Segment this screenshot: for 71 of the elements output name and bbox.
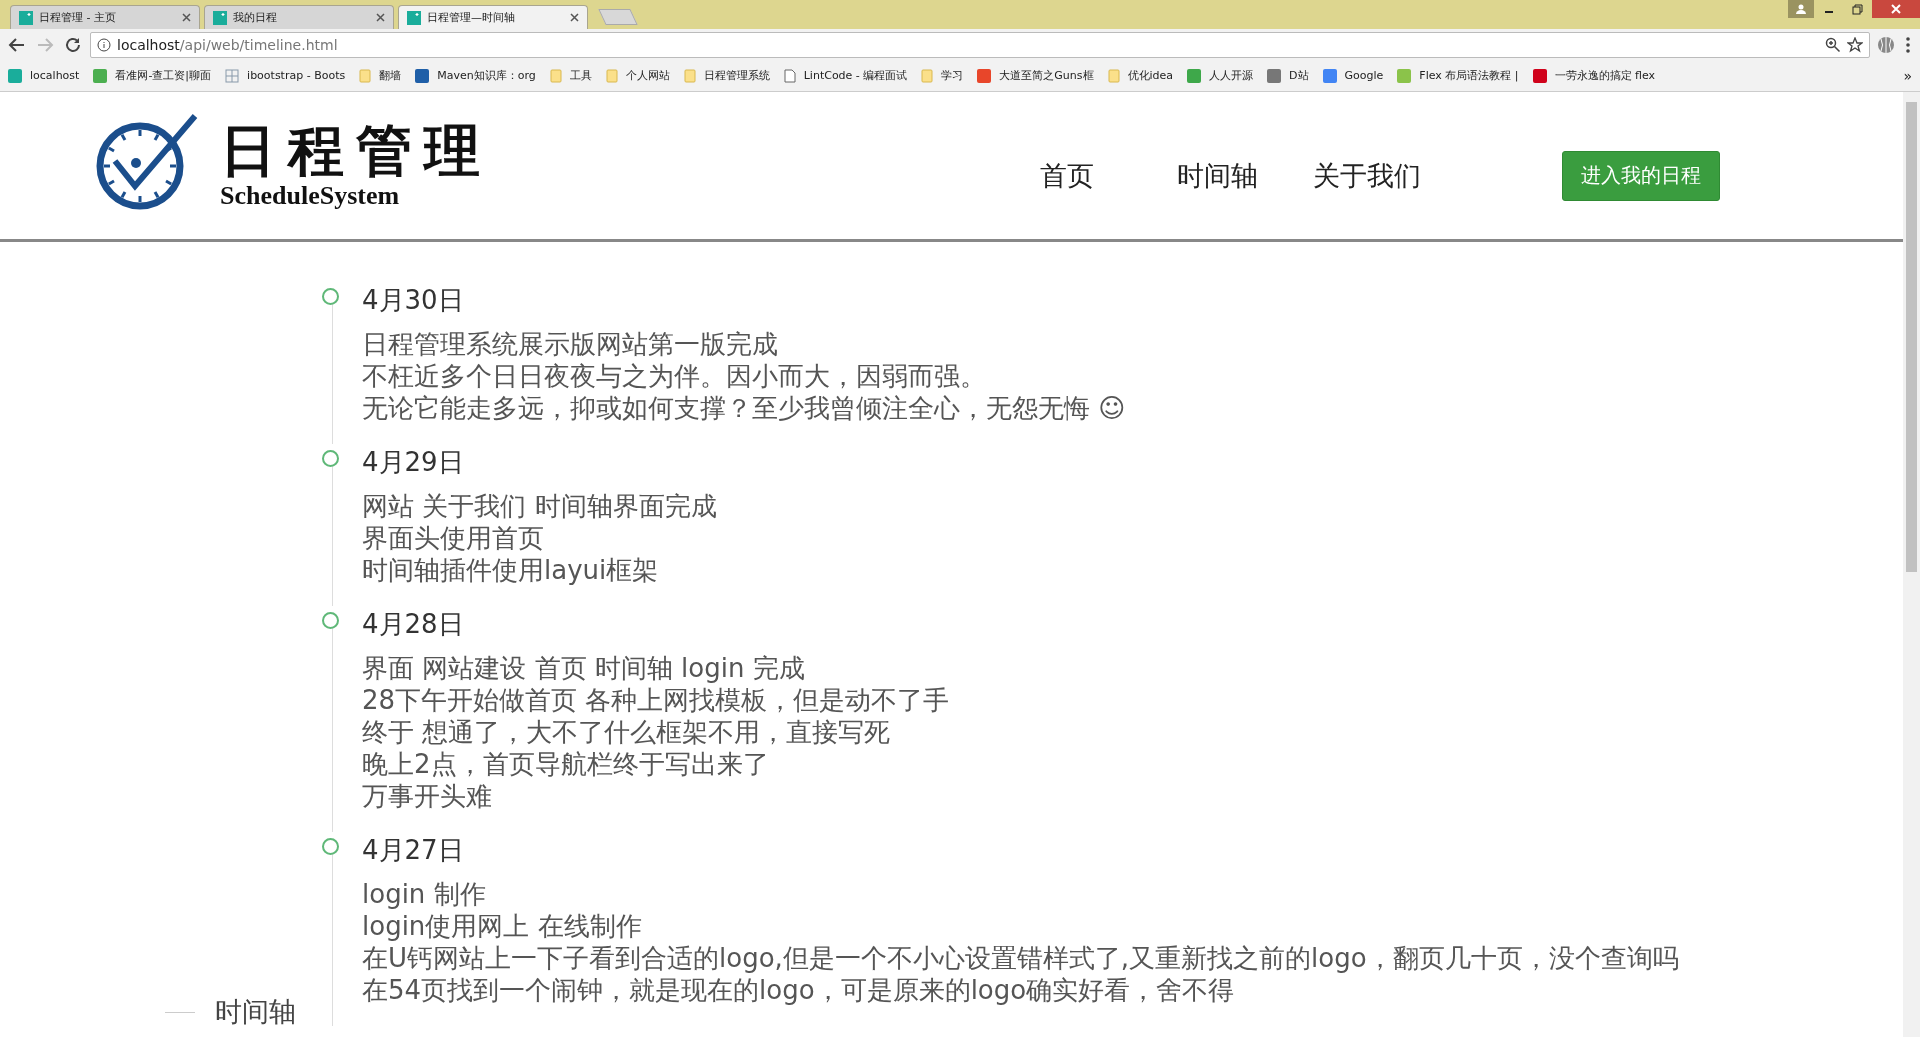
folder-icon	[605, 68, 618, 83]
browser-tab[interactable]: 日程管理—时间轴	[398, 5, 588, 29]
bookmark-item[interactable]: 翻墙	[359, 68, 402, 83]
folder-icon	[921, 68, 934, 83]
side-nav-item[interactable]: 时间轴	[215, 986, 326, 1037]
bookmark-item[interactable]: Google	[1322, 68, 1384, 83]
bookmark-item[interactable]: 人人开源	[1187, 68, 1254, 83]
bookmark-item[interactable]: 看准网-查工资|聊面	[93, 68, 212, 83]
nav-link[interactable]: 时间轴	[1142, 137, 1292, 194]
more-bookmarks-button[interactable]: »	[1903, 67, 1912, 84]
address-field[interactable]: localhost/api/web/timeline.html	[90, 31, 1870, 58]
bookmark-item[interactable]: 大道至简之Guns框	[977, 68, 1094, 83]
bookmark-item[interactable]: 日程管理系统	[683, 68, 770, 83]
timeline-text: 日程管理系统展示版网站第一版完成	[362, 328, 779, 360]
close-icon[interactable]	[182, 13, 191, 22]
timeline-text: 万事开头难	[362, 780, 493, 812]
timeline-date: 4月27日	[362, 834, 465, 867]
folder-icon	[683, 68, 696, 83]
scrollbar[interactable]	[1903, 92, 1920, 1037]
timeline-text: login 制作	[362, 878, 487, 910]
timeline-dot	[322, 612, 339, 629]
close-icon[interactable]	[376, 13, 385, 22]
bookmark-item[interactable]: 个人网站	[605, 68, 670, 83]
timeline-text: 晚上2点，首页导航栏终于写出来了	[362, 748, 770, 780]
extension-icon[interactable]	[1876, 34, 1896, 55]
nav-link[interactable]: 关于我们	[1292, 137, 1442, 194]
bookmark-item[interactable]: LintCode - 编程面试	[783, 68, 908, 83]
site-icon	[407, 10, 421, 25]
zoom-icon[interactable]	[1825, 36, 1841, 53]
timeline-date: 4月29日	[362, 446, 465, 479]
timeline-text: 在U钙网站上一下子看到合适的logo,但是一个不小心设置错样式了,又重新找之前的logo，翻页几十页，没个查询吗	[362, 942, 1680, 974]
timeline-date: 4月28日	[362, 608, 465, 641]
nav-link[interactable]: 首页	[992, 137, 1142, 194]
bookmark-item[interactable]: Flex 布局语法教程 |	[1397, 68, 1519, 83]
bookmark-item[interactable]: 工具	[549, 68, 592, 83]
bookmark-item[interactable]: 优化idea	[1107, 68, 1174, 83]
site-icon	[19, 10, 33, 25]
site-icon	[213, 10, 227, 25]
bookmark-item[interactable]: D站	[1267, 68, 1309, 83]
folder-icon	[359, 68, 372, 83]
timeline-text: 不枉近多个日日夜夜与之为伴。因小而大，因弱而强。	[362, 360, 987, 392]
close-icon[interactable]	[1872, 0, 1920, 18]
timeline-text: login使用网上 在线制作	[362, 910, 643, 942]
timeline-text: 网站 关于我们 时间轴界面完成	[362, 490, 718, 522]
bookmark-item[interactable]: 一劳永逸的搞定 flex	[1532, 68, 1656, 83]
logo-title: 日程管理	[220, 119, 492, 182]
bookmark-item[interactable]: ibootstrap - Boots	[225, 68, 346, 83]
timeline-dot	[322, 288, 339, 305]
bookmark-item[interactable]: Maven知识库：org	[415, 68, 536, 83]
timeline-text: 时间轴插件使用layui框架	[362, 554, 660, 586]
timeline-text: 终于 想通了，大不了什么框架不用，直接写死	[362, 716, 892, 748]
close-icon[interactable]	[570, 13, 579, 22]
bookmark-item[interactable]: 学习	[921, 68, 964, 83]
browser-tab[interactable]: 日程管理 - 主页	[10, 5, 200, 29]
page-icon	[783, 68, 796, 83]
timeline-text: 界面 网站建设 首页 时间轴 login 完成	[362, 652, 806, 684]
timeline-text: 在54页找到一个闹钟，就是现在的logo，可是原来的logo确实好看，舍不得	[362, 974, 1236, 1006]
timeline-dot	[322, 838, 339, 855]
star-icon[interactable]	[1847, 36, 1863, 53]
grid-icon	[225, 68, 240, 83]
folder-icon	[549, 68, 562, 83]
logo-subtitle: ScheduleSystem	[220, 181, 401, 212]
timeline-text: 无论它能走多远，抑或如何支撑？至少我曾倾注全心，无怨无悔 ☺	[362, 392, 1127, 424]
info-icon	[97, 37, 111, 52]
browser-tab[interactable]: 我的日程	[204, 5, 394, 29]
timeline-date: 4月30日	[362, 284, 465, 317]
timeline-dot	[322, 450, 339, 467]
timeline-text: 界面头使用首页	[362, 522, 545, 554]
bookmark-item[interactable]: localhost	[8, 68, 80, 83]
folder-icon	[1107, 68, 1120, 83]
timeline-text: 28下午开始做首页 各种上网找模板，但是动不了手	[362, 684, 951, 716]
